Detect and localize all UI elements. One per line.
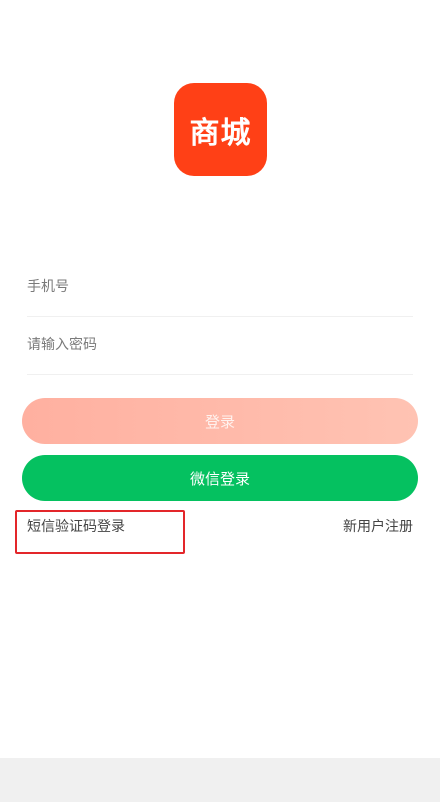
phone-field[interactable]: [27, 258, 413, 317]
password-field[interactable]: [27, 316, 413, 375]
password-input[interactable]: [27, 316, 413, 374]
login-button[interactable]: 登录: [22, 398, 418, 444]
phone-input[interactable]: [27, 258, 413, 316]
app-logo-text: 商城: [189, 115, 252, 151]
app-logo: 商城: [174, 83, 267, 176]
bottom-bar: [0, 758, 440, 802]
highlight-box: [15, 510, 185, 554]
wechat-login-button[interactable]: 微信登录: [22, 455, 418, 501]
register-link[interactable]: 新用户注册: [343, 516, 413, 536]
